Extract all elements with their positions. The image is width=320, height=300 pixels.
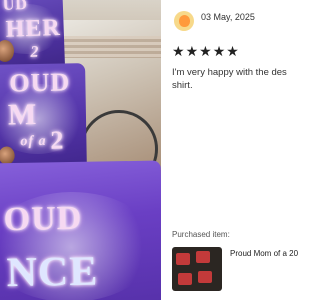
shirt-middle: OUD M of a 2 [0, 63, 87, 173]
star-rating: ★ ★ ★ ★ ★ [172, 44, 239, 58]
shirt-top-text-1: UD [2, 0, 29, 14]
purchased-item-thumbnail[interactable] [172, 247, 222, 291]
star-icon: ★ [172, 43, 185, 59]
thumbnail-shirt [196, 251, 210, 263]
review-date: 03 May, 2025 [201, 12, 255, 22]
shirt-middle-text-2: M [7, 98, 38, 132]
avatar[interactable] [174, 11, 194, 31]
shirt-front: OUD NCE [0, 160, 161, 300]
shirt-front-text-1: OUD [3, 199, 83, 239]
star-icon: ★ [185, 43, 199, 59]
avatar-image [179, 15, 190, 27]
thumbnail-shirt [176, 253, 190, 265]
printed-face [0, 146, 15, 165]
background-awning [62, 36, 161, 58]
shirt-top-text-3: 2 [30, 43, 40, 61]
review-text: I'm very happy with the des shirt. [172, 66, 320, 92]
shirt-middle-text-4: 2 [50, 125, 65, 155]
shirt-front-text-2: NCE [6, 248, 99, 297]
purchased-item-link[interactable]: Proud Mom of a 20 [230, 249, 300, 258]
thumbnail-shirt [178, 273, 192, 285]
shirt-middle-text-3: of a [20, 133, 47, 150]
star-icon: ★ [199, 43, 212, 59]
purchased-item-label: Purchased item: [172, 230, 230, 239]
thumbnail-shirt [198, 271, 212, 283]
star-icon: ★ [212, 43, 226, 59]
review-panel: 03 May, 2025 ★ ★ ★ ★ ★ I'm very happy wi… [161, 0, 300, 300]
star-icon: ★ [226, 43, 239, 59]
shirt-middle-text-1: OUD [9, 67, 71, 98]
review-photo[interactable]: UD HER 2 OUD M of a 2 OUD NCE [0, 0, 161, 300]
shirt-top-text-2: HER [5, 14, 62, 43]
review-text-line: I'm very happy with the des [172, 67, 287, 78]
review-text-line: shirt. [172, 80, 193, 91]
